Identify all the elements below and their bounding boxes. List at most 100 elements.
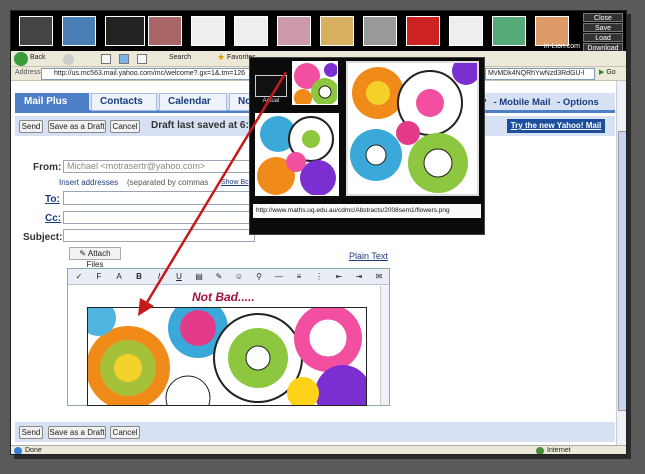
cc-field[interactable] xyxy=(63,211,255,224)
plain-text-link[interactable]: Plain Text xyxy=(349,251,388,261)
address-label: Address xyxy=(15,69,41,76)
editor-scrollbar[interactable] xyxy=(380,286,389,405)
paperclip-icon: ✎ xyxy=(79,249,87,258)
flower-thumb-medium xyxy=(257,116,336,195)
send-button-bottom[interactable]: Send xyxy=(19,426,43,439)
editor-highlight-icon[interactable]: ✎ xyxy=(214,272,224,282)
status-zone: Internet xyxy=(547,447,571,454)
try-new-yahoo-link[interactable]: Try the new Yahoo! Mail xyxy=(507,119,605,133)
internet-zone-icon xyxy=(536,447,544,454)
message-text: Not Bad..... xyxy=(192,290,255,304)
subject-label: Subject: xyxy=(23,232,63,243)
save-draft-button[interactable]: Save as a Draft xyxy=(48,120,106,133)
go-arrow-icon: ▶ xyxy=(599,69,605,76)
stop-icon[interactable] xyxy=(101,54,111,64)
flower-preview-large xyxy=(348,63,477,194)
insert-addresses-note: (separated by commas xyxy=(127,178,209,187)
preview-thumb-medium[interactable] xyxy=(255,113,339,196)
editor-outdent-icon[interactable]: ⇤ xyxy=(334,272,344,282)
tab-contacts[interactable]: Contacts xyxy=(91,93,157,111)
thumbnail-tiger[interactable] xyxy=(535,16,569,46)
tab-mail-plus[interactable]: Mail Plus xyxy=(15,93,89,111)
editor-i-icon[interactable]: I xyxy=(154,272,164,282)
from-label: From: xyxy=(33,162,62,173)
page-scrollbar-thumb[interactable] xyxy=(618,131,626,411)
send-button[interactable]: Send xyxy=(19,120,43,133)
page-scrollbar[interactable] xyxy=(616,81,626,445)
insert-addresses-link[interactable]: Insert addresses xyxy=(59,178,118,187)
strip-site-label: in-Lion.com xyxy=(543,43,580,50)
go-button[interactable]: ▶ Go xyxy=(599,68,616,76)
thumbnail-blank[interactable] xyxy=(449,16,483,46)
editor-indent-icon[interactable]: ⇥ xyxy=(354,272,364,282)
to-field[interactable] xyxy=(63,191,255,205)
flower-thumb-small xyxy=(294,63,337,104)
attach-label: Attach Files xyxy=(86,249,111,269)
editor-spell-icon[interactable]: ✓ xyxy=(74,272,84,282)
favorites-star-icon[interactable]: ★ xyxy=(217,52,225,63)
flower-art xyxy=(88,308,366,405)
thumbnail-blank[interactable] xyxy=(234,16,268,46)
save-strip-button[interactable]: Save xyxy=(583,23,623,32)
search-label[interactable]: Search xyxy=(169,54,191,61)
top-links: ? - Mobile Mail - Options xyxy=(481,97,603,108)
page-icon xyxy=(14,447,22,454)
thumbnail-people[interactable] xyxy=(148,16,182,46)
from-field[interactable]: Michael <motrasertr@yahoo.com> xyxy=(63,160,255,173)
mobile-mail-link[interactable]: - Mobile Mail xyxy=(493,97,550,108)
home-icon[interactable] xyxy=(137,54,147,64)
editor-hr-icon[interactable]: — xyxy=(274,272,284,282)
forward-arrow-icon[interactable] xyxy=(63,54,74,65)
attach-files-button[interactable]: ✎ Attach Files xyxy=(69,247,121,269)
thumbnail-strip: in-Lion.com Close Save Load Download xyxy=(11,11,626,53)
address-input-tail[interactable]: MvMDk4NQRhYwNzd3RdGU-l xyxy=(485,68,595,80)
options-link[interactable]: - Options xyxy=(557,97,599,108)
image-preview-popup: Actual http://www.maths.uq.edu.au/cdmc/A… xyxy=(249,57,485,235)
show-bcc-link[interactable]: Show Bc xyxy=(221,179,249,186)
preview-thumb-small[interactable] xyxy=(292,61,338,105)
editor-u-icon[interactable]: U xyxy=(174,272,184,282)
draft-status: Draft last saved at 6:0 xyxy=(151,120,255,131)
browser-window: in-Lion.com Close Save Load Download Bac… xyxy=(10,10,627,455)
status-done: Done xyxy=(25,447,42,454)
cancel-button-bottom[interactable]: Cancel xyxy=(110,426,140,439)
back-label[interactable]: Back xyxy=(30,54,46,61)
back-arrow-icon[interactable] xyxy=(14,52,28,66)
refresh-icon[interactable] xyxy=(119,54,129,64)
save-draft-button-bottom[interactable]: Save as a Draft xyxy=(48,426,106,439)
tab-calendar[interactable]: Calendar xyxy=(159,93,227,111)
close-button[interactable]: Close xyxy=(583,13,623,22)
to-label[interactable]: To: xyxy=(45,194,60,205)
preview-image-large[interactable] xyxy=(346,61,479,196)
cancel-button[interactable]: Cancel xyxy=(110,120,140,133)
thumbnail-globe[interactable] xyxy=(62,16,96,46)
editor-stationery-icon[interactable]: ✉ xyxy=(374,272,384,282)
editor-emoji-icon[interactable]: ☺ xyxy=(234,272,244,282)
editor-font-icon[interactable]: F xyxy=(94,272,104,282)
editor-toolbar: ✓ F A B I U ▤ ✎ ☺ ⚲ — ≡ ⋮ ⇤ ⇥ ✉ xyxy=(68,269,389,285)
go-label: Go xyxy=(606,69,616,76)
thumbnail-lion[interactable] xyxy=(19,16,53,46)
subject-field[interactable] xyxy=(63,229,255,242)
thumbnail-car[interactable] xyxy=(406,16,440,46)
thumbnail-blank[interactable] xyxy=(191,16,225,46)
thumbnail-flowers[interactable] xyxy=(277,16,311,46)
editor-color-icon[interactable]: A xyxy=(114,272,124,282)
editor-list-icon[interactable]: ≡ xyxy=(294,272,304,282)
editor-files-icon[interactable]: ▤ xyxy=(194,272,204,282)
editor-link-icon[interactable]: ⚲ xyxy=(254,272,264,282)
cc-label[interactable]: Cc: xyxy=(45,213,61,224)
load-button[interactable]: Load xyxy=(583,33,623,42)
pasted-flower-image xyxy=(87,307,367,406)
strip-controls: Close Save Load Download xyxy=(583,13,623,53)
thumbnail-dark[interactable] xyxy=(105,16,145,46)
compose-action-bar-bottom: Send Save as a Draft Cancel xyxy=(15,422,615,442)
thumbnail-bird[interactable] xyxy=(492,16,526,46)
thumbnail-tesla[interactable] xyxy=(363,16,397,46)
message-editor[interactable]: ✓ F A B I U ▤ ✎ ☺ ⚲ — ≡ ⋮ ⇤ ⇥ ✉ Not Bad..... xyxy=(67,268,390,406)
image-url-field[interactable]: http://www.maths.uq.edu.au/cdmc/Abstract… xyxy=(253,204,481,218)
editor-b-icon[interactable]: B xyxy=(134,272,144,282)
thumbnail-woman[interactable] xyxy=(320,16,354,46)
editor-bullets-icon[interactable]: ⋮ xyxy=(314,272,324,282)
actual-size-button[interactable]: Actual xyxy=(255,75,287,104)
